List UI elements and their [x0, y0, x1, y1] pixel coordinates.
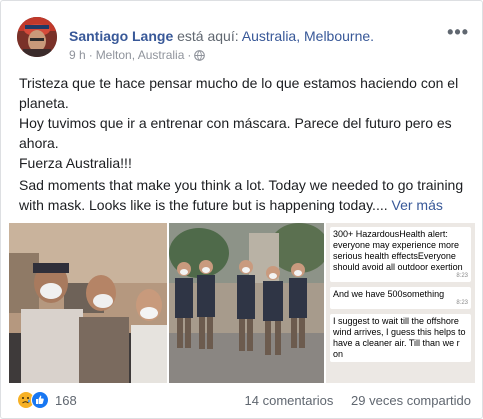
post-line-1: Tristeza que te hace pensar mucho de lo … [19, 75, 459, 111]
post-headline: Santiago Lange está aquí: Australia, Mel… [69, 27, 374, 45]
chat-message-text: I suggest to wait till the offshore wind… [333, 316, 466, 359]
chat-message-time: 8:23 [456, 273, 468, 279]
meta-separator-2: · [187, 48, 192, 62]
chat-message: And we have 500something 8:23 [330, 287, 471, 309]
chat-message: 300+ HazardousHealth alert: everyone may… [330, 227, 471, 282]
comments-count-link[interactable]: 14 comentarios [245, 393, 334, 408]
see-more-link[interactable]: Ver más [392, 197, 443, 213]
facebook-post: Santiago Lange está aquí: Australia, Mel… [0, 0, 483, 419]
photo-team-masks[interactable] [9, 223, 167, 383]
post-line-4: Sad moments that make you think a lot. T… [19, 175, 469, 215]
reaction-count: 168 [55, 392, 77, 408]
post-text: Tristeza que te hace pensar mucho de lo … [19, 73, 469, 215]
like-reaction-icon [31, 391, 49, 409]
post-header: Santiago Lange está aquí: Australia, Mel… [13, 13, 473, 63]
post-timestamp[interactable]: 9 h [69, 48, 86, 62]
globe-icon[interactable] [194, 49, 206, 61]
more-options-icon[interactable]: ••• [447, 23, 469, 41]
shares-count-link[interactable]: 29 veces compartido [351, 393, 471, 408]
chat-messages: 300+ HazardousHealth alert: everyone may… [330, 227, 471, 367]
photo-chat-screenshot[interactable]: 300+ HazardousHealth alert: everyone may… [326, 223, 475, 383]
chat-message-text: And we have 500something [333, 289, 445, 299]
photo-group-outdoors[interactable] [169, 223, 324, 383]
post-location[interactable]: Melton, Australia [96, 48, 185, 62]
post-line-3: Fuerza Australia!!! [19, 155, 132, 171]
chat-message-time: 8:23 [456, 300, 468, 306]
post-footer: 168 14 comentarios 29 veces compartido [13, 391, 473, 411]
author-name[interactable]: Santiago Lange [69, 28, 173, 44]
chat-message: I suggest to wait till the offshore wind… [330, 314, 471, 362]
checkin-place-link[interactable]: Australia, Melbourne. [242, 28, 374, 44]
post-line-2: Hoy tuvimos que ir a entrenar con máscar… [19, 115, 452, 151]
checkin-verb: está aquí: [177, 28, 239, 44]
photo-grid: 300+ HazardousHealth alert: everyone may… [9, 223, 475, 383]
engagement-stats: 14 comentarios 29 veces compartido [245, 393, 471, 408]
meta-separator: · [88, 48, 93, 62]
reactions-summary[interactable]: 168 [17, 391, 77, 409]
author-avatar[interactable] [17, 17, 57, 57]
chat-message-text: 300+ HazardousHealth alert: everyone may… [333, 229, 463, 272]
post-meta: 9 h · Melton, Australia · [69, 48, 206, 62]
